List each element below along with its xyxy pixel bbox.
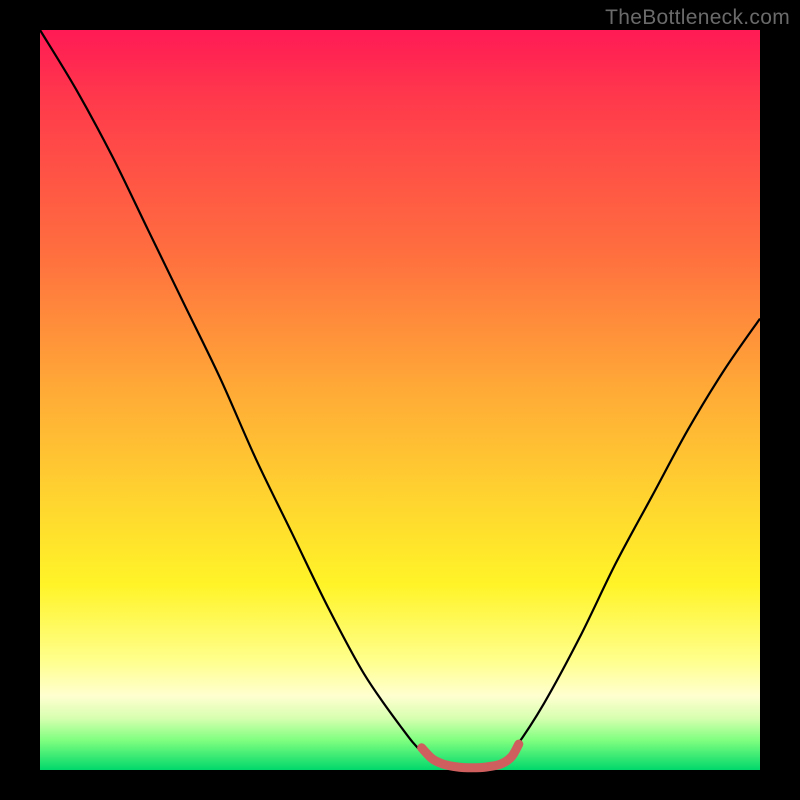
chart-frame: TheBottleneck.com: [0, 0, 800, 800]
flat-minimum-marker: [422, 744, 519, 768]
watermark-text: TheBottleneck.com: [605, 6, 790, 30]
curve-layer: [40, 30, 760, 770]
bottleneck-curve: [40, 30, 760, 766]
